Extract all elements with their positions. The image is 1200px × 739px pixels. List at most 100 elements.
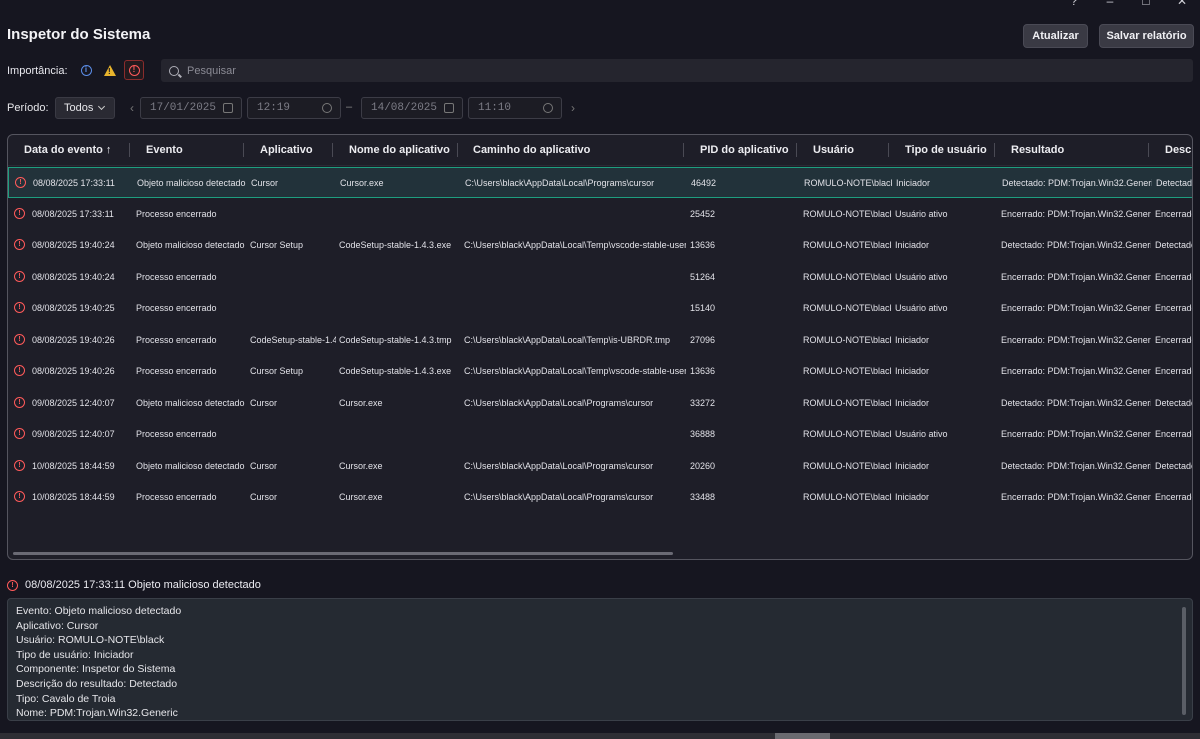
importance-label: Importância: <box>7 65 68 77</box>
table-cell: C:\Users\black\AppData\Local\Programs\cu… <box>464 460 654 471</box>
table-cell: Encerrado <box>1155 366 1193 376</box>
detail-line: Aplicativo: Cursor <box>16 619 99 632</box>
bottom-scrollbar[interactable] <box>0 733 1200 739</box>
page-title: Inspetor do Sistema <box>7 26 151 43</box>
table-cell: ROMULO-NOTE\black <box>803 366 891 376</box>
date-to-value: 14/08/2025 <box>371 102 438 114</box>
horizontal-scrollbar[interactable] <box>13 552 673 555</box>
chevron-right-icon[interactable]: › <box>571 101 575 115</box>
column-divider[interactable] <box>1148 143 1149 157</box>
table-cell: Objeto malicioso detectado <box>136 460 245 471</box>
column-header[interactable]: PID do aplicativo <box>700 144 789 156</box>
table-header: Data do evento ↑ Evento Aplicativo Nome do … <box>8 135 1192 166</box>
column-divider[interactable] <box>796 143 797 157</box>
column-divider[interactable] <box>994 143 995 157</box>
time-from-field[interactable]: 12:19 <box>247 97 341 119</box>
time-to-field[interactable]: 11:10 <box>468 97 562 119</box>
search-icon <box>169 65 179 76</box>
search-box[interactable] <box>161 59 1193 82</box>
date-from-field[interactable]: 17/01/2025 <box>140 97 242 119</box>
error-icon: ! <box>7 579 18 591</box>
column-divider[interactable] <box>243 143 244 157</box>
table-cell: ROMULO-NOTE\black <box>803 208 891 219</box>
table-row[interactable]: ! 08/08/2025 17:33:11 Objeto malicioso det… <box>8 167 1192 198</box>
vertical-scrollbar[interactable] <box>1182 607 1186 715</box>
column-header[interactable]: Aplicativo <box>260 144 313 156</box>
table-cell: 27096 <box>690 334 716 345</box>
error-icon: ! <box>128 64 140 76</box>
importance-warning-toggle[interactable] <box>100 60 120 80</box>
clock-icon[interactable] <box>543 103 553 113</box>
maximize-icon[interactable]: □ <box>1128 0 1164 8</box>
column-header[interactable]: Usuário <box>813 144 854 156</box>
table-cell: Encerrado <box>1155 429 1193 439</box>
column-divider[interactable] <box>129 143 130 157</box>
table-cell: 33272 <box>690 397 716 408</box>
importance-error-toggle[interactable]: ! <box>124 60 144 80</box>
table-row[interactable]: ! 08/08/2025 19:40:24 Processo encerrado 51… <box>8 262 1192 293</box>
calendar-icon[interactable] <box>444 103 454 113</box>
table-cell: Encerrado: PDM:Trojan.Win32.Generic <box>1001 271 1151 282</box>
table-cell: 09/08/2025 12:40:07 <box>32 429 115 439</box>
table-row[interactable]: ! 08/08/2025 19:40:25 Processo encerrado 15… <box>8 293 1192 324</box>
refresh-button[interactable]: Atualizar <box>1023 24 1088 48</box>
column-header[interactable]: Nome do aplicativo <box>349 144 450 156</box>
table-cell: Processo encerrado <box>136 303 217 313</box>
table-cell: 08/08/2025 17:33:11 <box>33 178 115 188</box>
save-report-button[interactable]: Salvar relatório <box>1099 24 1194 48</box>
column-header[interactable]: Descri <box>1165 144 1192 156</box>
table-cell: 08/08/2025 19:40:26 <box>32 334 115 345</box>
help-icon[interactable]: ? <box>1056 0 1092 8</box>
table-cell: Usuário ativo <box>895 208 948 219</box>
table-cell: CodeSetup-stable-1.4.3.exe <box>339 240 452 250</box>
table-cell: Detectado <box>1155 397 1193 408</box>
table-cell: ROMULO-NOTE\black <box>803 271 891 282</box>
column-header[interactable]: Evento <box>146 144 183 156</box>
table-row[interactable]: ! 10/08/2025 18:44:59 Processo encerrado Cu… <box>8 482 1192 513</box>
table-cell: 25452 <box>690 208 716 219</box>
calendar-icon[interactable] <box>223 103 233 113</box>
column-header[interactable]: Tipo de usuário <box>905 144 987 156</box>
column-divider[interactable] <box>332 143 333 157</box>
table-row[interactable]: ! 08/08/2025 17:33:11 Processo encerrado 25… <box>8 199 1192 230</box>
column-header[interactable]: Resultado <box>1011 144 1064 156</box>
table-cell: Cursor <box>250 460 278 471</box>
table-cell: Processo encerrado <box>136 492 217 502</box>
date-to-field[interactable]: 14/08/2025 <box>361 97 463 119</box>
clock-icon[interactable] <box>322 103 332 113</box>
table-row[interactable]: ! 08/08/2025 19:40:26 Processo encerrado Cu… <box>8 356 1193 387</box>
column-divider[interactable] <box>888 143 889 157</box>
table-cell: CodeSetup-stable-1.4.3.tmp <box>339 334 452 345</box>
table-cell: 09/08/2025 12:40:07 <box>32 397 115 408</box>
table-cell: 46492 <box>691 178 717 188</box>
error-icon: ! <box>14 302 25 313</box>
table-cell: Detectado: PDM:Trojan.Win32.Generic <box>1001 460 1151 471</box>
table-row[interactable]: ! 08/08/2025 19:40:24 Objeto malicioso det… <box>8 230 1192 261</box>
table-row[interactable]: ! 08/08/2025 19:40:26 Processo encerrado Co… <box>8 325 1192 356</box>
close-icon[interactable]: ✕ <box>1164 0 1200 8</box>
importance-info-toggle[interactable]: i <box>76 60 96 80</box>
column-header[interactable]: Data do evento ↑ <box>24 144 111 156</box>
minimize-icon[interactable]: – <box>1092 0 1128 8</box>
table-cell: Encerrado: PDM:Trojan.Win32.Generic <box>1001 429 1151 439</box>
period-dropdown[interactable]: Todos <box>55 97 115 119</box>
table-cell: 10/08/2025 18:44:59 <box>32 492 115 502</box>
table-row[interactable]: ! 10/08/2025 18:44:59 Objeto malicioso det… <box>8 451 1192 482</box>
window-controls: ? – □ ✕ <box>1056 0 1200 8</box>
importance-filters: i ! <box>76 60 144 80</box>
chevron-left-icon[interactable]: ‹ <box>130 101 134 115</box>
column-divider[interactable] <box>683 143 684 157</box>
table-cell: 08/08/2025 19:40:24 <box>32 271 115 282</box>
scroll-thumb[interactable] <box>775 733 830 739</box>
table-cell: Cursor.exe <box>340 178 384 188</box>
search-input[interactable] <box>187 64 1087 77</box>
table-cell: Usuário ativo <box>895 303 948 313</box>
table-row[interactable]: ! 09/08/2025 12:40:07 Objeto malicioso det… <box>8 388 1193 419</box>
table-cell: Cursor <box>250 397 278 408</box>
detail-line: Evento: Objeto malicioso detectado <box>16 605 182 617</box>
column-divider[interactable] <box>457 143 458 157</box>
range-separator: – <box>346 101 353 113</box>
column-header[interactable]: Caminho do aplicativo <box>473 144 590 156</box>
error-icon: ! <box>14 239 25 250</box>
table-row[interactable]: ! 09/08/2025 12:40:07 Processo encerrado 36… <box>8 419 1193 450</box>
